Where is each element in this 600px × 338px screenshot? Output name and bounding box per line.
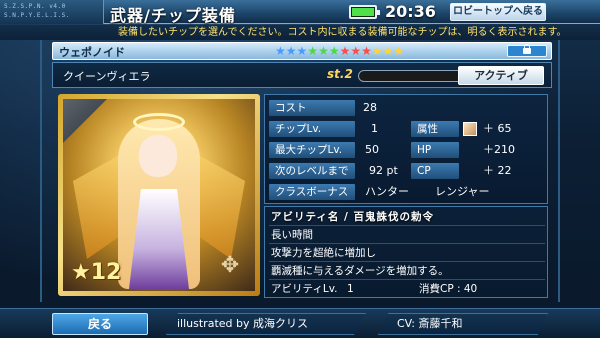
rarity-star-icon: ★ xyxy=(350,44,362,58)
attribute-label: 属性 xyxy=(411,121,459,137)
clock: 20:36 xyxy=(385,2,436,21)
lock-icon xyxy=(523,44,531,54)
next-level-label: 次のレベルまで xyxy=(269,163,355,179)
cp-label: CP xyxy=(411,163,459,179)
class-ranger: レンジャー xyxy=(435,185,490,198)
face-art xyxy=(139,135,177,177)
ability-panel: アビリティ名 / 百鬼誅伐の勅令 長い時間 攻撃力を超絶に増加し 覇滅種に与える… xyxy=(264,206,548,298)
light-element-icon xyxy=(463,122,477,136)
character-card[interactable]: ★12 ✥ xyxy=(58,94,260,296)
battery-icon xyxy=(349,5,380,19)
left-frame-line xyxy=(40,40,48,302)
rarity-star-icon: ★ xyxy=(361,44,372,58)
halo-art xyxy=(133,113,185,131)
hunter-emblem-icon: ✥ xyxy=(220,253,240,278)
ability-duration: 長い時間 xyxy=(269,227,545,244)
stat-row-cost: コスト 28 xyxy=(269,99,545,117)
rarity-star-icon: ★ xyxy=(285,44,297,58)
class-bonus-label: クラスボーナス xyxy=(269,184,355,200)
instruction-text: 装備したいチップを選んでください。コスト内に収まる装備可能なチップは、明るく表示… xyxy=(0,25,600,40)
header-tag-1: S.Z.S.P.N. v4.0 xyxy=(4,3,66,10)
right-frame-line xyxy=(552,40,560,302)
stat-row-chiplv: チップLv. 1 属性 ＋ 65 xyxy=(269,120,545,138)
ability-name: アビリティ名 / 百鬼誅伐の勅令 xyxy=(269,209,545,226)
cost-value: 28 xyxy=(363,101,377,114)
max-lv-label: 最大チップLv. xyxy=(269,142,355,158)
ability-effect-1: 攻撃力を超絶に増加し xyxy=(269,245,545,262)
rarity-star-icon: ★ xyxy=(339,44,351,58)
character-name: クイーンヴィエラ xyxy=(63,70,151,83)
rarity-star-icon: ★ xyxy=(318,44,329,58)
stat-row-maxlv: 最大チップLv. 50 HP ＋210 xyxy=(269,141,545,159)
stats-panel: コスト 28 チップLv. 1 属性 ＋ 65 最大チップLv. 50 HP ＋… xyxy=(264,94,548,204)
ability-level-row: アビリティLv. 1 消費CP : 40 xyxy=(269,281,545,298)
header-tag-2: S.N.P.Y.E.L.I.S. xyxy=(4,12,70,19)
cost-label: コスト xyxy=(269,100,355,116)
rarity-star-icon: ★ xyxy=(275,44,286,58)
stage-label: st.2 xyxy=(327,67,353,81)
illustrator-credit: illustrated by 成海クリス xyxy=(166,313,366,335)
chip-lv-value: 1 xyxy=(371,122,378,135)
ability-effect-2: 覇滅種に与えるダメージを増加する。 xyxy=(269,263,545,280)
lock-button[interactable] xyxy=(507,44,547,57)
weapon-type-label: ウェポノイド xyxy=(59,46,125,59)
stat-row-class: クラスボーナス ハンター レンジャー xyxy=(269,183,545,201)
class-hunter: ハンター xyxy=(365,185,409,198)
rarity-star-icon: ★ xyxy=(371,44,383,58)
back-button[interactable]: 戻る xyxy=(52,313,148,335)
header-tag-panel: S.Z.S.P.N. v4.0 S.N.P.Y.E.L.I.S. xyxy=(0,0,104,24)
next-level-value: 92 pt xyxy=(369,164,398,177)
attribute-value: ＋ 65 xyxy=(483,122,512,135)
rarity-star-icon: ★ xyxy=(328,44,340,58)
rarity-star-icon: ★ xyxy=(393,44,405,58)
rarity-star-icon: ★ xyxy=(296,44,308,58)
ability-lv-label: アビリティLv. xyxy=(271,283,338,295)
rarity-level: ★12 xyxy=(71,260,122,285)
character-portrait: ★12 ✥ xyxy=(63,99,255,291)
max-lv-value: 50 xyxy=(365,143,379,156)
page-title: 武器/チップ装備 xyxy=(110,6,236,25)
chip-lv-label: チップLv. xyxy=(269,121,355,137)
character-name-bar: クイーンヴィエラ st.2 アクティブ xyxy=(52,62,552,88)
hp-label: HP xyxy=(411,142,459,158)
rarity-stars: ★★★★★★★★★★★★ xyxy=(275,44,404,59)
rarity-star-icon: ★ xyxy=(382,44,394,58)
active-button[interactable]: アクティブ xyxy=(458,66,544,85)
card-corner-decoration xyxy=(63,99,107,143)
lobby-top-button[interactable]: ロビートップへ戻る xyxy=(450,3,546,21)
weapon-type-bar: ウェポノイド ★★★★★★★★★★★★ xyxy=(52,42,552,60)
battery-fill xyxy=(352,8,374,16)
rarity-star-icon: ★ xyxy=(307,44,319,58)
cp-value: ＋ 22 xyxy=(483,164,512,177)
ability-cp-cost: 消費CP : 40 xyxy=(419,283,478,295)
ability-lv-value: 1 xyxy=(347,283,354,295)
hp-value: ＋210 xyxy=(483,143,515,156)
stat-row-next: 次のレベルまで 92 pt CP ＋ 22 xyxy=(269,162,545,180)
header-bar: S.Z.S.P.N. v4.0 S.N.P.Y.E.L.I.S. 武器/チップ装… xyxy=(0,0,600,25)
footer-bar: 戻る illustrated by 成海クリス CV: 斎藤千和 xyxy=(0,308,600,338)
voice-actor-credit: CV: 斎藤千和 xyxy=(378,313,548,335)
